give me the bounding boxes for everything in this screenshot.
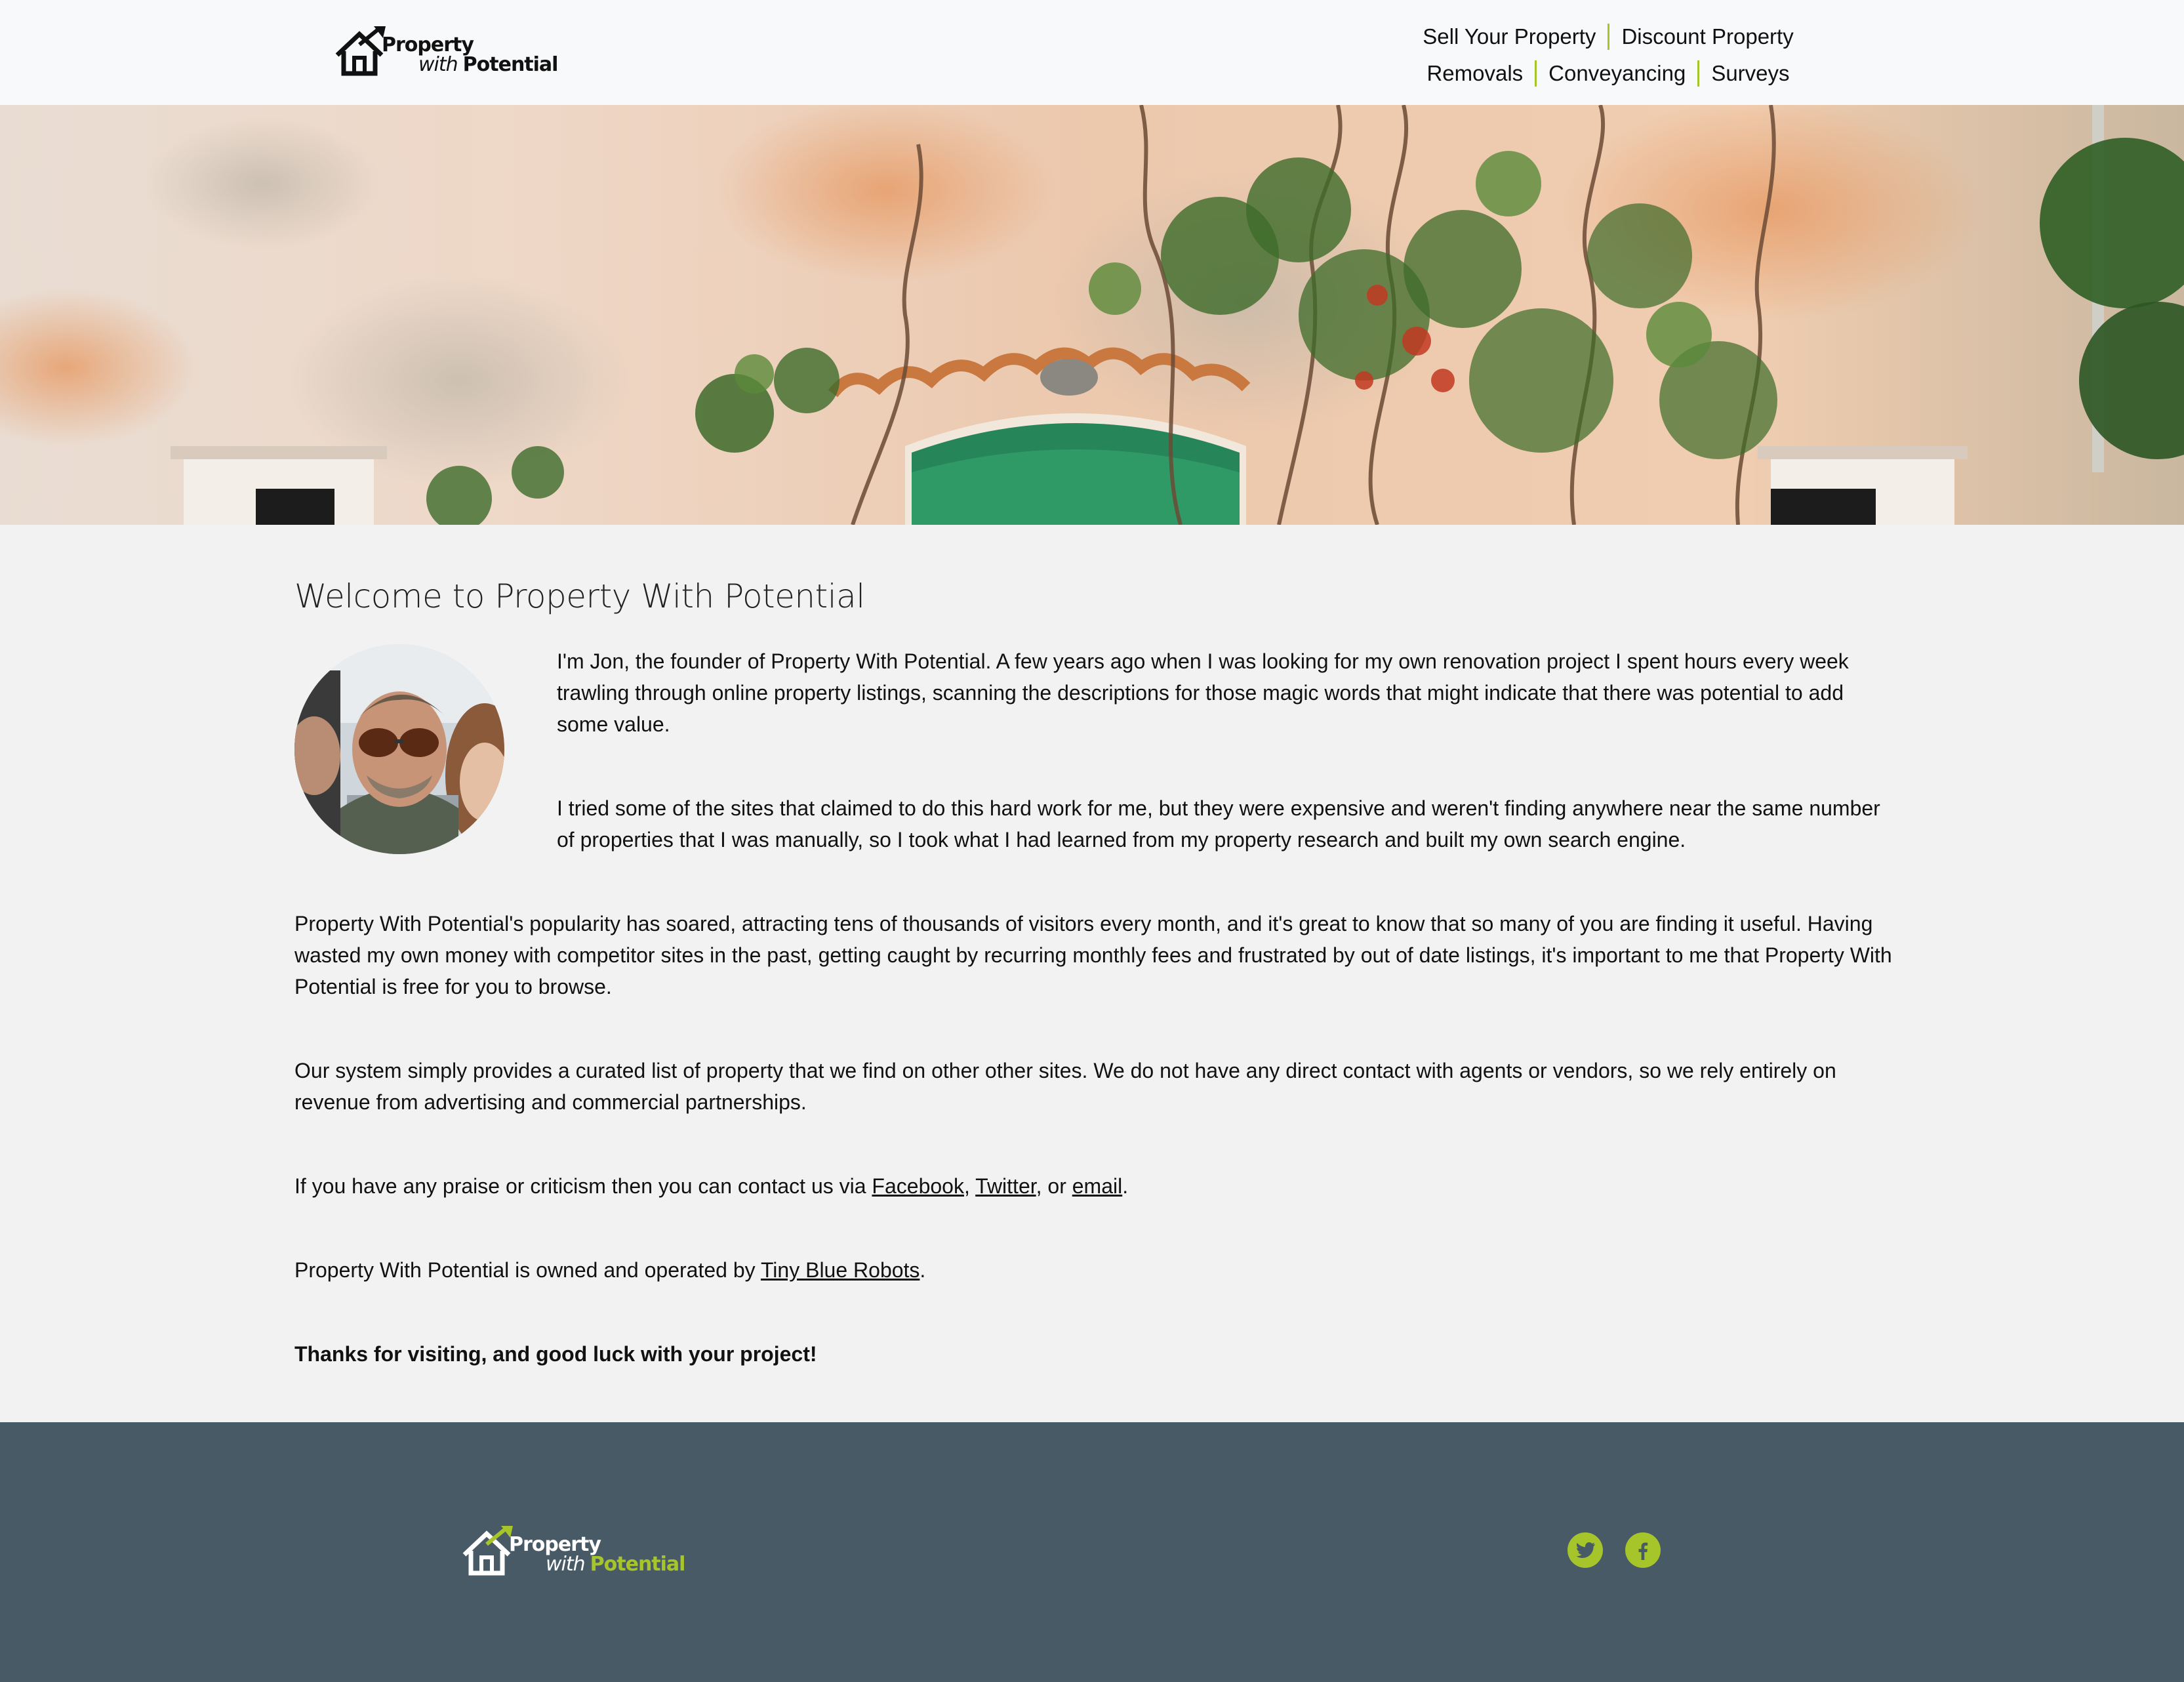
nav-conveyancing[interactable]: Conveyancing — [1548, 55, 1686, 92]
intro-paragraph: I'm Jon, the founder of Property With Po… — [557, 649, 1849, 736]
logo-text-with: with — [418, 53, 458, 76]
nav-row-2: Removals Conveyancing Surveys — [1379, 55, 1838, 92]
site-footer: Property with Potential — [0, 1422, 2184, 1682]
twitter-bird-glyph — [1576, 1542, 1595, 1558]
system-paragraph: Our system simply provides a curated lis… — [294, 1059, 1836, 1114]
facebook-icon[interactable] — [1625, 1532, 1661, 1568]
popularity-paragraph: Property With Potential's popularity has… — [294, 912, 1892, 998]
contact-text: If you have any praise or criticism then… — [294, 1174, 872, 1198]
ownership-paragraph: Property With Potential is owned and ope… — [294, 1254, 1895, 1286]
ownership-end: . — [920, 1258, 926, 1282]
founder-avatar — [294, 644, 504, 854]
main-nav: Sell Your Property Discount Property Rem… — [1379, 18, 1838, 92]
email-link[interactable]: email — [1072, 1174, 1122, 1198]
facebook-link[interactable]: Facebook — [872, 1174, 964, 1198]
contact-end: . — [1122, 1174, 1129, 1198]
site-logo[interactable]: Property with Potential — [333, 26, 559, 81]
founder-photo-illustration — [294, 644, 504, 854]
social-links — [1567, 1532, 1661, 1568]
nav-discount-property[interactable]: Discount Property — [1621, 18, 1793, 55]
nav-divider — [1608, 24, 1610, 50]
twitter-icon[interactable] — [1567, 1532, 1603, 1568]
nav-sell-your-property[interactable]: Sell Your Property — [1423, 18, 1596, 55]
footer-logo-text-potential: Potential — [590, 1553, 686, 1576]
story-paragraph: I tried some of the sites that claimed t… — [557, 796, 1880, 851]
footer-logo[interactable]: Property with Potential — [460, 1526, 685, 1581]
nav-surveys[interactable]: Surveys — [1711, 55, 1789, 92]
hero-image — [0, 105, 2184, 525]
house-chart-icon — [335, 26, 386, 76]
nav-row-1: Sell Your Property Discount Property — [1379, 18, 1838, 55]
twitter-link[interactable]: Twitter — [975, 1174, 1036, 1198]
main-content: Welcome to Property With Potential I'm J… — [294, 577, 1892, 1366]
contact-paragraph: If you have any praise or criticism then… — [294, 1170, 1895, 1202]
logo-text-property: Property — [382, 33, 474, 56]
ownership-text: Property With Potential is owned and ope… — [294, 1258, 761, 1282]
house-chart-icon — [462, 1526, 513, 1576]
hero-building-illustration — [0, 105, 2184, 525]
nav-divider — [1535, 60, 1537, 87]
contact-separator: , — [963, 1174, 976, 1198]
logo-text-potential: Potential — [462, 53, 559, 76]
page-title: Welcome to Property With Potential — [294, 577, 865, 615]
site-header: Property with Potential Sell Your Propert… — [0, 0, 2184, 105]
thanks-message: Thanks for visiting, and good luck with … — [294, 1342, 817, 1366]
contact-separator: , or — [1036, 1174, 1072, 1198]
tiny-blue-robots-link[interactable]: Tiny Blue Robots — [761, 1258, 920, 1282]
nav-removals[interactable]: Removals — [1426, 55, 1523, 92]
footer-logo-text-tagline: with Potential — [546, 1555, 685, 1574]
logo-text-tagline: with Potential — [418, 53, 559, 76]
footer-logo-text-property: Property — [509, 1533, 601, 1556]
facebook-f-glyph — [1638, 1542, 1648, 1560]
footer-logo-text-with: with — [546, 1553, 586, 1576]
nav-divider — [1697, 60, 1700, 87]
